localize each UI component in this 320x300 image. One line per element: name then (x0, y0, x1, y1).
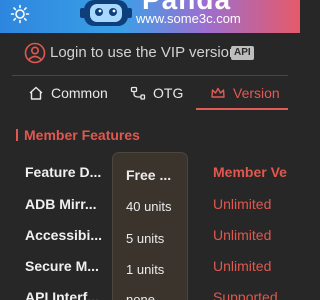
theme-toggle-button[interactable] (8, 2, 32, 26)
login-row[interactable]: Login to use the VIP version! API (0, 39, 300, 67)
tab-common[interactable]: Common (28, 78, 108, 108)
header-banner: Panda www.some3c.com (0, 0, 300, 33)
tab-bar: Common OTG Version (0, 78, 300, 108)
sun-icon (10, 4, 30, 24)
feature-name: Accessibi... (25, 227, 103, 243)
feature-name: API Interf... (25, 289, 99, 300)
member-value: Unlimited (213, 227, 272, 243)
member-value: Supported (213, 289, 278, 300)
crown-icon (211, 87, 225, 98)
user-circle-icon (24, 42, 46, 64)
section-title-text: Member Features (24, 127, 140, 143)
tab-version-label: Version (233, 85, 280, 101)
login-prompt[interactable]: Login to use the VIP version! (50, 44, 242, 61)
free-value: 5 units (126, 231, 165, 246)
tab-version[interactable]: Version (210, 78, 280, 108)
section-title: Member Features (16, 127, 140, 143)
divider (12, 75, 288, 76)
tab-otg-label: OTG (153, 85, 184, 101)
tab-common-label: Common (51, 85, 108, 101)
site-url[interactable]: www.some3c.com (136, 11, 241, 26)
free-value: none (126, 292, 155, 300)
free-column-header: Free ... (126, 167, 172, 183)
member-column-header: Member Ve (213, 164, 287, 180)
home-icon (29, 86, 43, 100)
member-value: Unlimited (213, 196, 272, 212)
feature-name: Secure M... (25, 258, 99, 274)
feature-column-header: Feature D... (25, 164, 102, 180)
free-value: 40 units (126, 199, 172, 214)
api-badge: API (231, 46, 254, 60)
active-tab-indicator (196, 108, 288, 110)
otg-cable-icon (130, 86, 146, 100)
free-value: 1 units (126, 262, 165, 277)
member-value: Unlimited (213, 258, 272, 274)
feature-name: ADB Mirr... (25, 196, 97, 212)
robot-logo-icon (80, 0, 132, 26)
app-window: Panda www.some3c.com Login to use the VI… (0, 0, 300, 300)
tab-otg[interactable]: OTG (130, 78, 183, 108)
